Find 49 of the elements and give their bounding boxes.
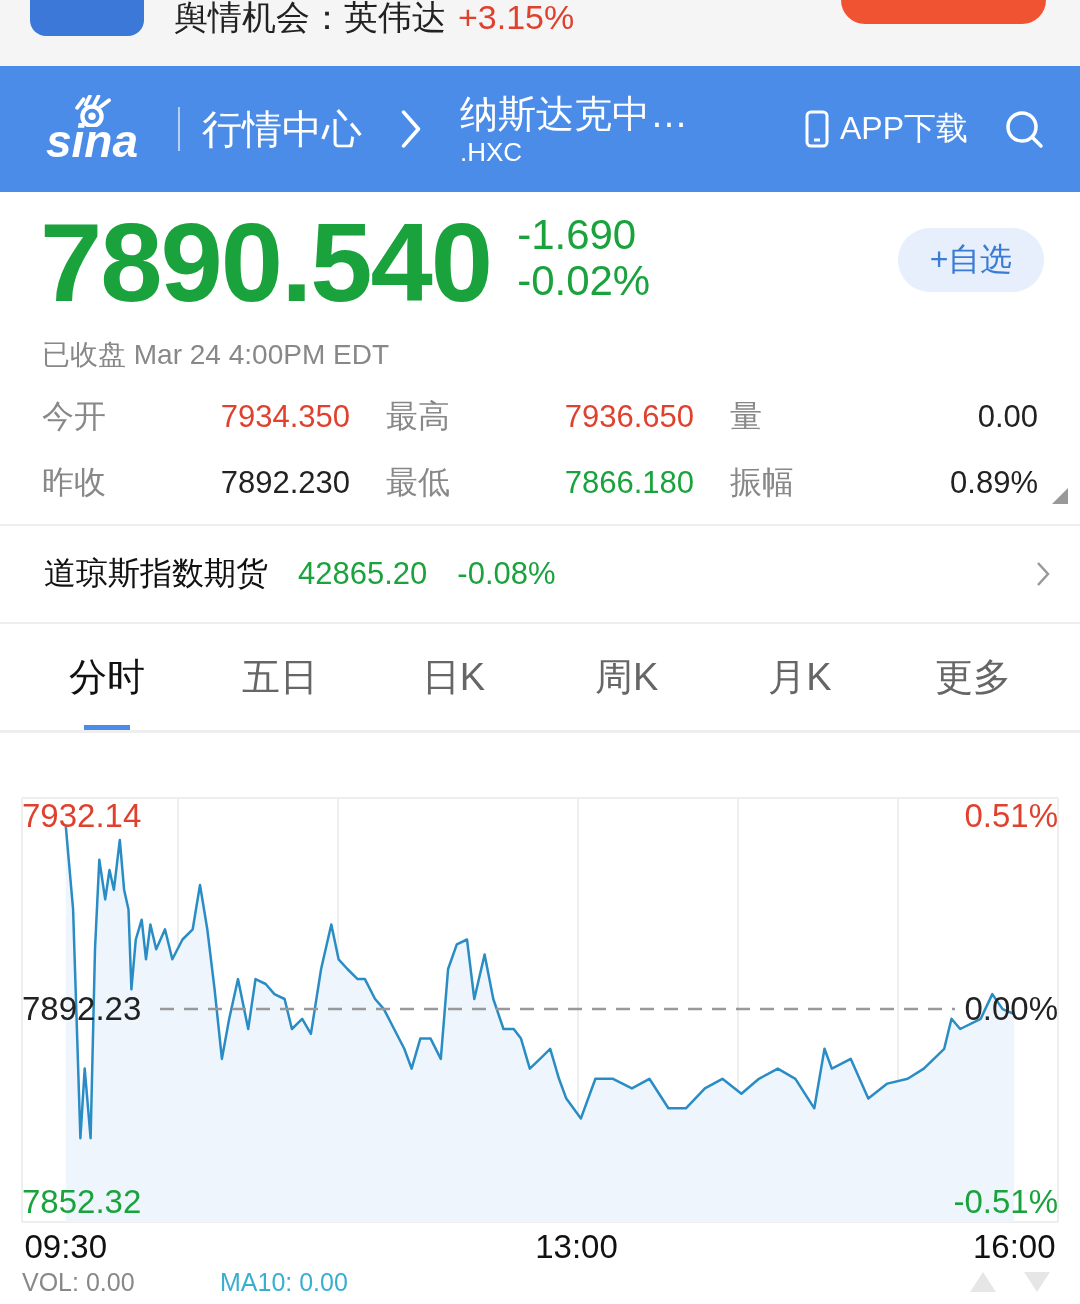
stat-label: 昨收 [42,463,106,502]
axis-label: -0.51% [953,1183,1058,1221]
phone-icon [803,110,830,148]
app-download-link[interactable]: APP下载 [803,107,968,151]
percent-change: -0.02% [517,258,651,304]
related-change: -0.08% [457,556,556,592]
related-price: 42865.20 [298,556,428,592]
stat-label: 振幅 [730,463,794,502]
axis-label: 0.51% [964,797,1058,835]
time-label: 16:00 [972,1228,1056,1265]
stat-label: 今开 [42,397,106,436]
expand-corner-icon[interactable] [1052,488,1068,504]
index-price: 7890.540 [40,208,492,318]
chart-tab[interactable]: 周K [540,624,714,730]
stat-value: 7934.350 [220,399,350,435]
app-icon[interactable] [30,0,144,36]
axis-label: 7852.32 [22,1183,142,1221]
chart-tab[interactable]: 五日 [193,624,367,730]
page-title: 纳斯达克中… [460,92,688,137]
related-name: 道琼斯指数期货 [44,554,268,593]
ma10-label: MA10: 0.00 [220,1267,348,1297]
price-change: -1.690 [517,212,638,258]
market-status: 已收盘 Mar 24 4:00PM EDT [41,338,390,372]
banner-title: 舆情机会：英伟达 [174,0,446,36]
stat-value: 0.89% [950,465,1038,501]
related-index-row[interactable]: 道琼斯指数期货 42865.20 -0.08% [0,524,1080,624]
breadcrumb-link[interactable]: 行情中心 [202,101,362,157]
stat-value: 0.00 [977,399,1038,435]
index-code: .HXC [460,137,524,167]
time-label: 13:00 [535,1228,618,1265]
search-icon[interactable] [1004,109,1044,149]
sina-logo[interactable]: sina [38,95,146,163]
stat-label: 量 [730,397,762,436]
stat-label: 最低 [386,463,450,502]
chevron-icon [400,110,422,148]
chart-tab[interactable]: 月K [713,624,887,730]
banner-change: +3.15% [458,0,575,36]
axis-label: 7932.14 [22,797,142,835]
stat-label: 最高 [386,397,450,436]
stat-value: 7866.180 [564,465,694,501]
banner-button[interactable] [841,0,1046,24]
chevron-icon [1036,561,1050,587]
time-label: 09:30 [24,1228,108,1265]
add-watchlist-button[interactable]: +自选 [898,228,1044,292]
chart-tab[interactable]: 更多 [886,624,1060,730]
chart-tab[interactable]: 日K [366,624,540,730]
stat-value: 7892.230 [220,465,350,501]
stat-value: 7936.650 [564,399,694,435]
volume-label: VOL: 0.00 [22,1267,136,1297]
